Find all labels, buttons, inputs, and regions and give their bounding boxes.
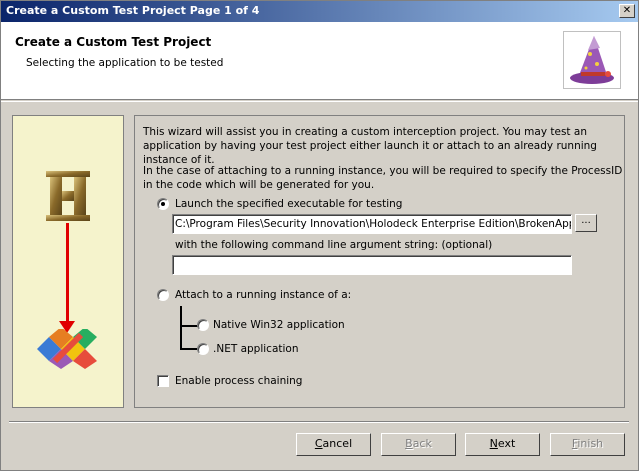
attach-radio[interactable] bbox=[157, 289, 169, 301]
visual-studio-logo-icon bbox=[35, 327, 101, 369]
next-button[interactable]: Next bbox=[465, 433, 540, 456]
title-bar[interactable]: Create a Custom Test Project Page 1 of 4… bbox=[1, 1, 638, 22]
attach-label[interactable]: Attach to a running instance of a: bbox=[175, 289, 351, 301]
page-subtitle: Selecting the application to be tested bbox=[26, 57, 224, 69]
intro-text: This wizard will assist you in creating … bbox=[143, 126, 597, 166]
launch-radio[interactable] bbox=[157, 198, 169, 210]
back-label: ack bbox=[412, 437, 432, 450]
exe-path-field[interactable]: C:\Program Files\Security Innovation\Hol… bbox=[172, 214, 572, 234]
down-arrow-icon bbox=[66, 223, 69, 325]
args-field[interactable] bbox=[172, 255, 572, 275]
browse-button[interactable]: ... bbox=[575, 214, 597, 232]
wizard-hat-icon bbox=[563, 31, 621, 89]
dotnet-radio[interactable] bbox=[197, 343, 209, 355]
page-title: Create a Custom Test Project bbox=[15, 35, 212, 49]
attach-note-text: In the case of attaching to a running in… bbox=[143, 165, 623, 191]
native-radio[interactable] bbox=[197, 319, 209, 331]
close-button[interactable]: ✕ bbox=[619, 4, 635, 18]
chaining-label[interactable]: Enable process chaining bbox=[175, 375, 302, 387]
side-panel bbox=[12, 115, 124, 408]
cancel-button[interactable]: Cancel bbox=[296, 433, 371, 456]
dotnet-label[interactable]: .NET application bbox=[213, 343, 299, 355]
tree-connector-vertical bbox=[180, 306, 182, 350]
wizard-window: Create a Custom Test Project Page 1 of 4… bbox=[0, 0, 639, 471]
back-button[interactable]: Back bbox=[381, 433, 456, 456]
finish-label: inish bbox=[577, 437, 604, 450]
launch-label[interactable]: Launch the specified executable for test… bbox=[175, 198, 402, 210]
chaining-checkbox[interactable] bbox=[157, 375, 169, 387]
finish-button[interactable]: Finish bbox=[550, 433, 625, 456]
close-icon: ✕ bbox=[622, 5, 632, 16]
native-label[interactable]: Native Win32 application bbox=[213, 319, 345, 331]
wizard-header: Create a Custom Test Project Selecting t… bbox=[1, 22, 638, 100]
options-panel: This wizard will assist you in creating … bbox=[134, 115, 625, 408]
window-title: Create a Custom Test Project Page 1 of 4 bbox=[6, 4, 260, 17]
cancel-accel: C bbox=[314, 437, 323, 450]
header-divider bbox=[1, 101, 638, 102]
bottom-divider bbox=[9, 421, 629, 423]
args-label: with the following command line argument… bbox=[175, 239, 493, 251]
holodeck-logo-icon bbox=[46, 171, 90, 221]
next-accel: N bbox=[489, 437, 498, 450]
cancel-label: ancel bbox=[322, 437, 353, 450]
back-accel: B bbox=[405, 437, 413, 450]
next-label: ext bbox=[497, 437, 516, 450]
